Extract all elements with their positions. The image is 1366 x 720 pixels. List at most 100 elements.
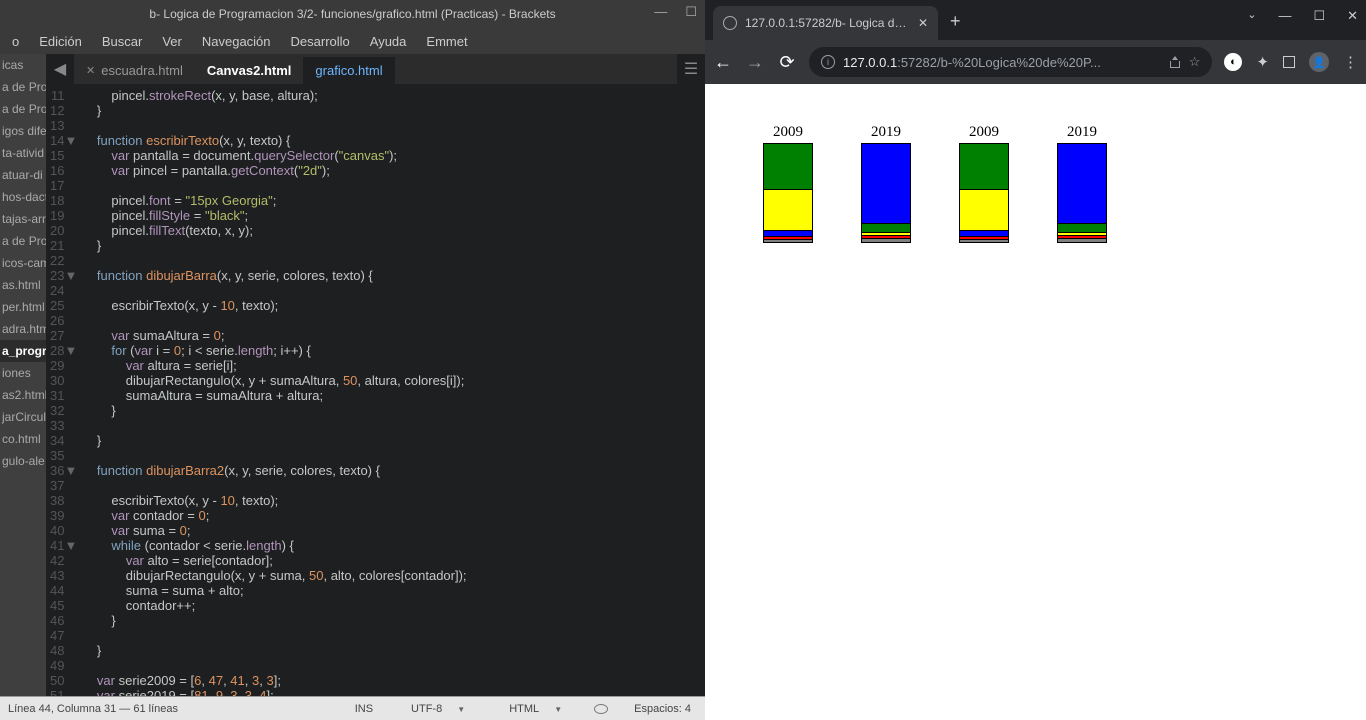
bar-segment	[959, 190, 1009, 231]
chrome-toolbar: ← → ⟳ i 127.0.0.1:57282/b-%20Logica%20de…	[705, 40, 1366, 84]
close-icon[interactable]: ✕	[1347, 8, 1358, 24]
bar-segment	[861, 224, 911, 233]
minimize-icon[interactable]: —	[654, 4, 667, 20]
language-mode[interactable]: HTML ▼	[497, 703, 574, 715]
bar-segment	[763, 240, 813, 243]
bar-group: 2019	[1057, 124, 1107, 243]
extension-icon[interactable]: ◐	[1224, 53, 1242, 71]
maximize-icon[interactable]: ☐	[685, 4, 697, 20]
menu-item[interactable]: Desarrollo	[283, 31, 358, 52]
bar-stack	[959, 143, 1009, 243]
chevron-down-icon: ▼	[451, 705, 471, 714]
side-panel-icon[interactable]	[1283, 56, 1295, 68]
minimize-icon[interactable]: —	[1278, 8, 1291, 24]
menu-icon[interactable]: ⋮	[1343, 53, 1358, 71]
indent-mode[interactable]: Espacios: 4	[628, 703, 697, 715]
chevron-down-icon[interactable]: ⌄	[1247, 8, 1256, 24]
bar-label: 2009	[969, 124, 999, 141]
reload-icon[interactable]: ⟳	[777, 52, 797, 73]
forward-icon[interactable]: →	[745, 52, 765, 73]
sidebar-item[interactable]: gulo-ale	[0, 450, 46, 472]
profile-avatar-icon[interactable]: 👤	[1309, 52, 1329, 72]
bar-group: 2009	[959, 124, 1009, 243]
brackets-sidebar[interactable]: icasa de Progia de Progiigos diferta-ati…	[0, 54, 46, 696]
sidebar-item[interactable]: tajas-arri	[0, 208, 46, 230]
brackets-window: b- Logica de Programacion 3/2- funciones…	[0, 0, 705, 720]
sidebar-item[interactable]: ta-ativid	[0, 142, 46, 164]
brackets-editor: ◀ ✕escuadra.html Canvas2.html grafico.ht…	[46, 54, 705, 696]
sidebar-item[interactable]: hos-dacti	[0, 186, 46, 208]
bar-segment	[763, 143, 813, 190]
close-icon[interactable]: ✕	[918, 16, 928, 30]
sidebar-item[interactable]: iones	[0, 362, 46, 384]
bar-group: 2009	[763, 124, 813, 243]
new-tab-icon[interactable]: +	[950, 11, 961, 32]
brackets-main: icasa de Progia de Progiigos diferta-ati…	[0, 54, 705, 696]
share-icon[interactable]	[1169, 56, 1181, 68]
bar-segment	[959, 143, 1009, 190]
sidebar-item[interactable]: adra.htm	[0, 318, 46, 340]
sidebar-item[interactable]: a de Progi	[0, 230, 46, 252]
sidebar-item[interactable]: a_progra	[0, 340, 46, 362]
bar-stack	[861, 143, 911, 243]
menu-item[interactable]: o	[4, 31, 27, 52]
menu-item[interactable]: Ayuda	[362, 31, 415, 52]
bar-stack	[763, 143, 813, 243]
encoding[interactable]: UTF-8 ▼	[399, 703, 477, 715]
menu-item[interactable]: Emmet	[418, 31, 475, 52]
tab-grafico[interactable]: grafico.html	[303, 57, 394, 84]
code-area[interactable]: 11 12 13 14 15 16 17 18 19 20 21 22 23 2…	[46, 84, 705, 696]
chevron-down-icon: ▼	[548, 705, 568, 714]
menu-item[interactable]: Buscar	[94, 31, 150, 52]
brackets-status-bar: Línea 44, Columna 31 — 61 líneas INS UTF…	[0, 696, 705, 720]
maximize-icon[interactable]: ☐	[1313, 8, 1325, 24]
chrome-tab[interactable]: 127.0.0.1:57282/b- Logica de Pro ✕	[713, 6, 938, 40]
brackets-title-bar: b- Logica de Programacion 3/2- funciones…	[0, 0, 705, 28]
bar-segment	[1057, 143, 1107, 224]
code-content[interactable]: pincel.strokeRect(x, y, base, altura); }…	[82, 84, 705, 696]
extensions-icon[interactable]: ✦	[1256, 53, 1269, 71]
bar-segment	[1057, 239, 1107, 243]
menu-item[interactable]: Ver	[154, 31, 190, 52]
sidebar-item[interactable]: icas	[0, 54, 46, 76]
bar-chart: 2009 2019 2009 2019	[705, 84, 1366, 243]
tab-close-left-icon[interactable]: ◀	[46, 59, 74, 79]
cursor-position: Línea 44, Columna 31 — 61 líneas	[8, 703, 178, 715]
menu-item[interactable]: Edición	[31, 31, 90, 52]
bar-segment	[1057, 224, 1107, 233]
sidebar-item[interactable]: as2.html	[0, 384, 46, 406]
sidebar-item[interactable]: as.html	[0, 274, 46, 296]
sidebar-item[interactable]: atuar-di	[0, 164, 46, 186]
sidebar-item[interactable]: icos-cam	[0, 252, 46, 274]
sidebar-item[interactable]: igos difer	[0, 120, 46, 142]
globe-icon	[723, 16, 737, 30]
sidebar-item[interactable]: jarCirculo	[0, 406, 46, 428]
tab-escuadra[interactable]: ✕escuadra.html	[74, 57, 195, 84]
bar-label: 2019	[1067, 124, 1097, 141]
menu-item[interactable]: Navegación	[194, 31, 279, 52]
sidebar-item[interactable]: co.html	[0, 428, 46, 450]
site-info-icon[interactable]: i	[821, 55, 835, 69]
back-icon[interactable]: ←	[713, 52, 733, 73]
close-icon[interactable]: ✕	[86, 64, 95, 77]
chrome-tool-icons: ◐ ✦ 👤 ⋮	[1224, 52, 1358, 72]
split-view-icon[interactable]: ☰	[677, 59, 705, 79]
bar-label: 2019	[871, 124, 901, 141]
brackets-title: b- Logica de Programacion 3/2- funciones…	[8, 7, 697, 21]
bar-label: 2009	[773, 124, 803, 141]
sidebar-item[interactable]: a de Progi	[0, 98, 46, 120]
chrome-top: ⌄ — ☐ ✕ 127.0.0.1:57282/b- Logica de Pro…	[705, 0, 1366, 84]
sidebar-item[interactable]: per.html	[0, 296, 46, 318]
url-text: 127.0.0.1:57282/b-%20Logica%20de%20P...	[843, 55, 1101, 70]
bar-segment	[763, 190, 813, 231]
bar-segment	[861, 143, 911, 224]
chrome-omnibox[interactable]: i 127.0.0.1:57282/b-%20Logica%20de%20P..…	[809, 47, 1212, 77]
tab-canvas2[interactable]: Canvas2.html	[195, 57, 304, 84]
status-circle-icon[interactable]	[594, 704, 608, 714]
insert-mode[interactable]: INS	[349, 703, 379, 715]
chrome-window-controls: ⌄ — ☐ ✕	[1247, 8, 1358, 24]
chrome-tab-title: 127.0.0.1:57282/b- Logica de Pro	[745, 16, 910, 30]
bar-segment	[861, 239, 911, 243]
star-icon[interactable]: ☆	[1189, 54, 1201, 70]
sidebar-item[interactable]: a de Progi	[0, 76, 46, 98]
